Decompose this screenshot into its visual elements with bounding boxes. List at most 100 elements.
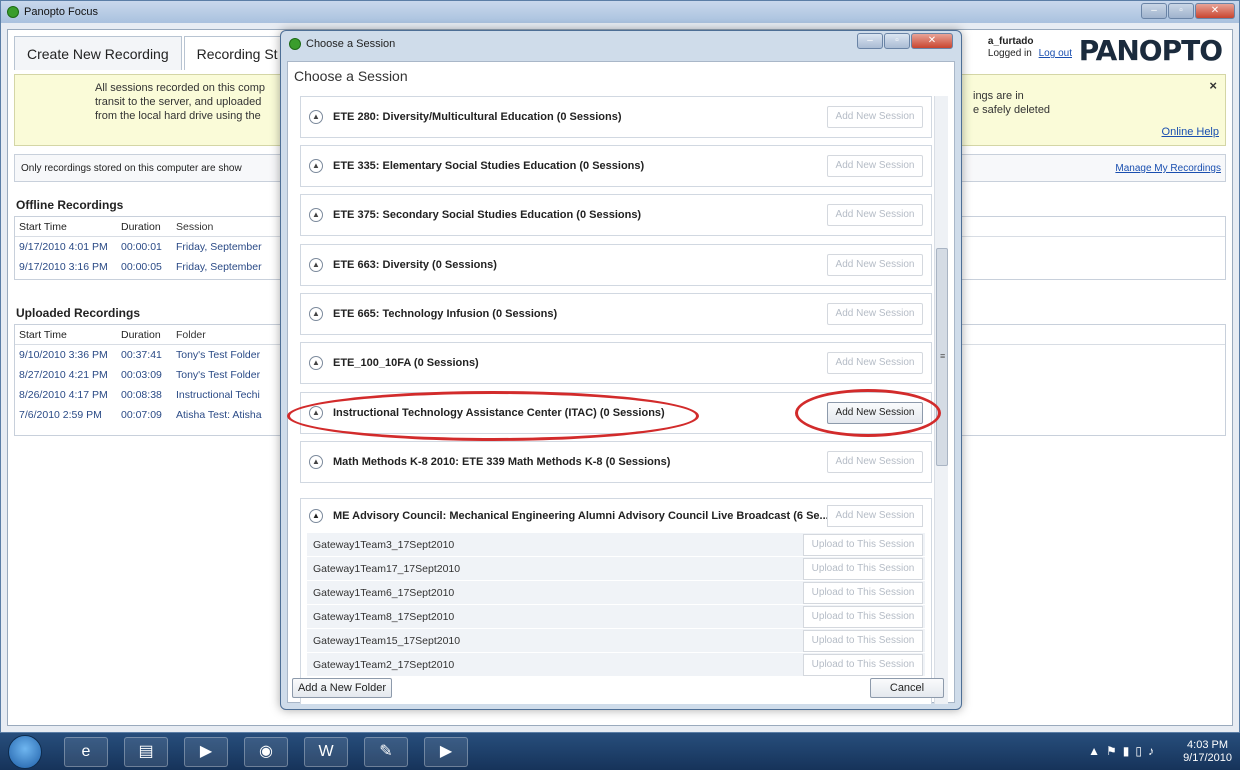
session-row[interactable]: Gateway1Team3_17Sept2010 Upload to This … xyxy=(307,533,925,557)
upload-to-session-button[interactable]: Upload to This Session xyxy=(803,558,923,580)
close-banner-icon[interactable]: × xyxy=(1209,79,1217,93)
folder-item[interactable]: ▲ ETE 665: Technology Infusion (0 Sessio… xyxy=(300,293,932,335)
cell-folder: Atisha Test: Atisha xyxy=(176,409,262,421)
add-new-session-button[interactable]: Add New Session xyxy=(827,402,923,424)
add-new-session-button[interactable]: Add New Session xyxy=(827,155,923,177)
folder-icon[interactable]: ▤ xyxy=(124,737,168,767)
firefox-icon[interactable]: ◉ xyxy=(244,737,288,767)
tab-create-new-recording[interactable]: Create New Recording xyxy=(14,36,182,70)
folder-item[interactable]: ▲ ETE 280: Diversity/Multicultural Educa… xyxy=(300,96,932,138)
upload-to-session-button[interactable]: Upload to This Session xyxy=(803,582,923,604)
session-name: Gateway1Team2_17Sept2010 xyxy=(313,659,455,671)
clock-date: 9/17/2010 xyxy=(1183,752,1232,764)
logout-link[interactable]: Log out xyxy=(1039,48,1072,59)
paint-icon[interactable]: ✎ xyxy=(364,737,408,767)
panopto-taskbar-icon[interactable]: ▶ xyxy=(424,737,468,767)
session-row[interactable]: Gateway1Team6_17Sept2010 Upload to This … xyxy=(307,581,925,605)
folder-name: ETE 663: Diversity (0 Sessions) xyxy=(333,259,497,271)
session-row[interactable]: Gateway1Team15_17Sept2010 Upload to This… xyxy=(307,629,925,653)
session-name: Gateway1Team6_17Sept2010 xyxy=(313,587,455,599)
folder-item[interactable]: ▲ ETE_100_10FA (0 Sessions) Add New Sess… xyxy=(300,342,932,384)
add-new-session-button[interactable]: Add New Session xyxy=(827,505,923,527)
dialog-scrollbar[interactable]: ≡ xyxy=(934,96,948,704)
cell-start-time: 9/10/2010 3:36 PM xyxy=(19,349,108,361)
session-row[interactable]: Gateway1Team17_17Sept2010 Upload to This… xyxy=(307,557,925,581)
tray-icons[interactable]: ▲⚑▮▯♪ xyxy=(1088,744,1160,758)
add-new-session-button[interactable]: Add New Session xyxy=(827,352,923,374)
add-new-session-button[interactable]: Add New Session xyxy=(827,106,923,128)
folder-item[interactable]: ▲ ETE 335: Elementary Social Studies Edu… xyxy=(300,145,932,187)
add-new-session-button[interactable]: Add New Session xyxy=(827,254,923,276)
folder-item[interactable]: ▲ Math Methods K-8 2010: ETE 339 Math Me… xyxy=(300,441,932,483)
col-duration[interactable]: Duration xyxy=(121,221,176,233)
dialog-maximize-button[interactable]: ▫ xyxy=(884,33,910,49)
expanded-folder: ▲ ME Advisory Council: Mechanical Engine… xyxy=(300,498,932,704)
clock[interactable]: 4:03 PM 9/17/2010 xyxy=(1183,739,1232,765)
media-player-icon[interactable]: ▶ xyxy=(184,737,228,767)
add-new-session-button[interactable]: Add New Session xyxy=(827,451,923,473)
collapse-chevron-icon[interactable]: ▲ xyxy=(309,406,323,420)
upload-to-session-button[interactable]: Upload to This Session xyxy=(803,534,923,556)
cell-duration: 00:03:09 xyxy=(121,369,162,381)
upload-to-session-button[interactable]: Upload to This Session xyxy=(803,606,923,628)
dialog-body: Choose a Session ▲ ETE 280: Diversity/Mu… xyxy=(287,61,955,704)
session-name: Gateway1Team8_17Sept2010 xyxy=(313,611,455,623)
minimize-button[interactable]: – xyxy=(1141,3,1167,19)
collapse-chevron-icon[interactable]: ▲ xyxy=(309,509,323,523)
add-new-session-button[interactable]: Add New Session xyxy=(827,204,923,226)
col-folder[interactable]: Folder xyxy=(176,329,276,341)
internet-explorer-icon[interactable]: e xyxy=(64,737,108,767)
online-help-link[interactable]: Online Help xyxy=(1162,125,1219,139)
collapse-chevron-icon[interactable]: ▲ xyxy=(309,307,323,321)
folder-item[interactable]: ▲ ME Advisory Council: Mechanical Engine… xyxy=(301,499,931,533)
clock-time: 4:03 PM xyxy=(1187,739,1229,751)
cancel-button[interactable]: Cancel xyxy=(870,678,944,698)
word-icon[interactable]: W xyxy=(304,737,348,767)
cell-folder: Instructional Techi xyxy=(176,389,260,401)
cell-duration: 00:37:41 xyxy=(121,349,162,361)
login-status: Logged in xyxy=(987,48,1032,59)
dialog-close-button[interactable]: ✕ xyxy=(911,33,953,49)
cell-start-time: 9/17/2010 4:01 PM xyxy=(19,241,108,253)
add-new-folder-button[interactable]: Add a New Folder xyxy=(292,678,392,698)
start-button[interactable] xyxy=(8,735,42,769)
col-start-time[interactable]: Start Time xyxy=(15,329,121,341)
dialog-minimize-button[interactable]: – xyxy=(857,33,883,49)
folder-list: ▲ ETE 280: Diversity/Multicultural Educa… xyxy=(294,96,938,704)
collapse-chevron-icon[interactable]: ▲ xyxy=(309,455,323,469)
close-button[interactable]: ✕ xyxy=(1195,3,1235,19)
title-bar: Panopto Focus – ▫ ✕ xyxy=(1,1,1239,23)
collapse-chevron-icon[interactable]: ▲ xyxy=(309,258,323,272)
collapse-chevron-icon[interactable]: ▲ xyxy=(309,356,323,370)
collapse-chevron-icon[interactable]: ▲ xyxy=(309,208,323,222)
collapse-chevron-icon[interactable]: ▲ xyxy=(309,110,323,124)
panopto-logo-icon xyxy=(7,6,19,18)
cell-start-time: 8/27/2010 4:21 PM xyxy=(19,369,108,381)
col-start-time[interactable]: Start Time xyxy=(15,221,121,233)
maximize-button[interactable]: ▫ xyxy=(1168,3,1194,19)
cell-folder: Tony's Test Folder xyxy=(176,369,261,381)
session-name: Gateway1Team15_17Sept2010 xyxy=(313,635,461,647)
col-session[interactable]: Session xyxy=(176,221,276,233)
collapse-chevron-icon[interactable]: ▲ xyxy=(309,159,323,173)
folder-item[interactable]: ▲ ETE 663: Diversity (0 Sessions) Add Ne… xyxy=(300,244,932,286)
tab-recording-status[interactable]: Recording St xyxy=(183,36,291,70)
add-new-session-button[interactable]: Add New Session xyxy=(827,303,923,325)
session-row[interactable]: Gateway1Team8_17Sept2010 Upload to This … xyxy=(307,605,925,629)
upload-to-session-button[interactable]: Upload to This Session xyxy=(803,630,923,652)
choose-session-dialog: Choose a Session – ▫ ✕ Choose a Session … xyxy=(280,30,962,710)
upload-to-session-button[interactable]: Upload to This Session xyxy=(803,654,923,676)
scrollbar-thumb[interactable]: ≡ xyxy=(936,248,948,466)
offline-title: Offline Recordings xyxy=(16,198,124,212)
dialog-title-bar: Choose a Session – ▫ ✕ xyxy=(281,31,961,57)
taskbar: e ▤ ▶ ◉ W ✎ ▶ ▲⚑▮▯♪ 4:03 PM 9/17/2010 xyxy=(0,733,1240,770)
session-row[interactable]: Gateway1Team2_17Sept2010 Upload to This … xyxy=(307,653,925,677)
folder-item[interactable]: ▲ ETE 375: Secondary Social Studies Educ… xyxy=(300,194,932,236)
username: a_furtado xyxy=(987,36,1034,47)
folder-name: ETE 665: Technology Infusion (0 Sessions… xyxy=(333,308,558,320)
folder-name: ME Advisory Council: Mechanical Engineer… xyxy=(333,510,829,522)
col-duration[interactable]: Duration xyxy=(121,329,176,341)
folder-item-itac[interactable]: ▲ Instructional Technology Assistance Ce… xyxy=(300,392,932,434)
manage-recordings-link[interactable]: Manage My Recordings xyxy=(1115,163,1221,174)
user-info: a_furtado Logged in Log out xyxy=(988,36,1072,60)
